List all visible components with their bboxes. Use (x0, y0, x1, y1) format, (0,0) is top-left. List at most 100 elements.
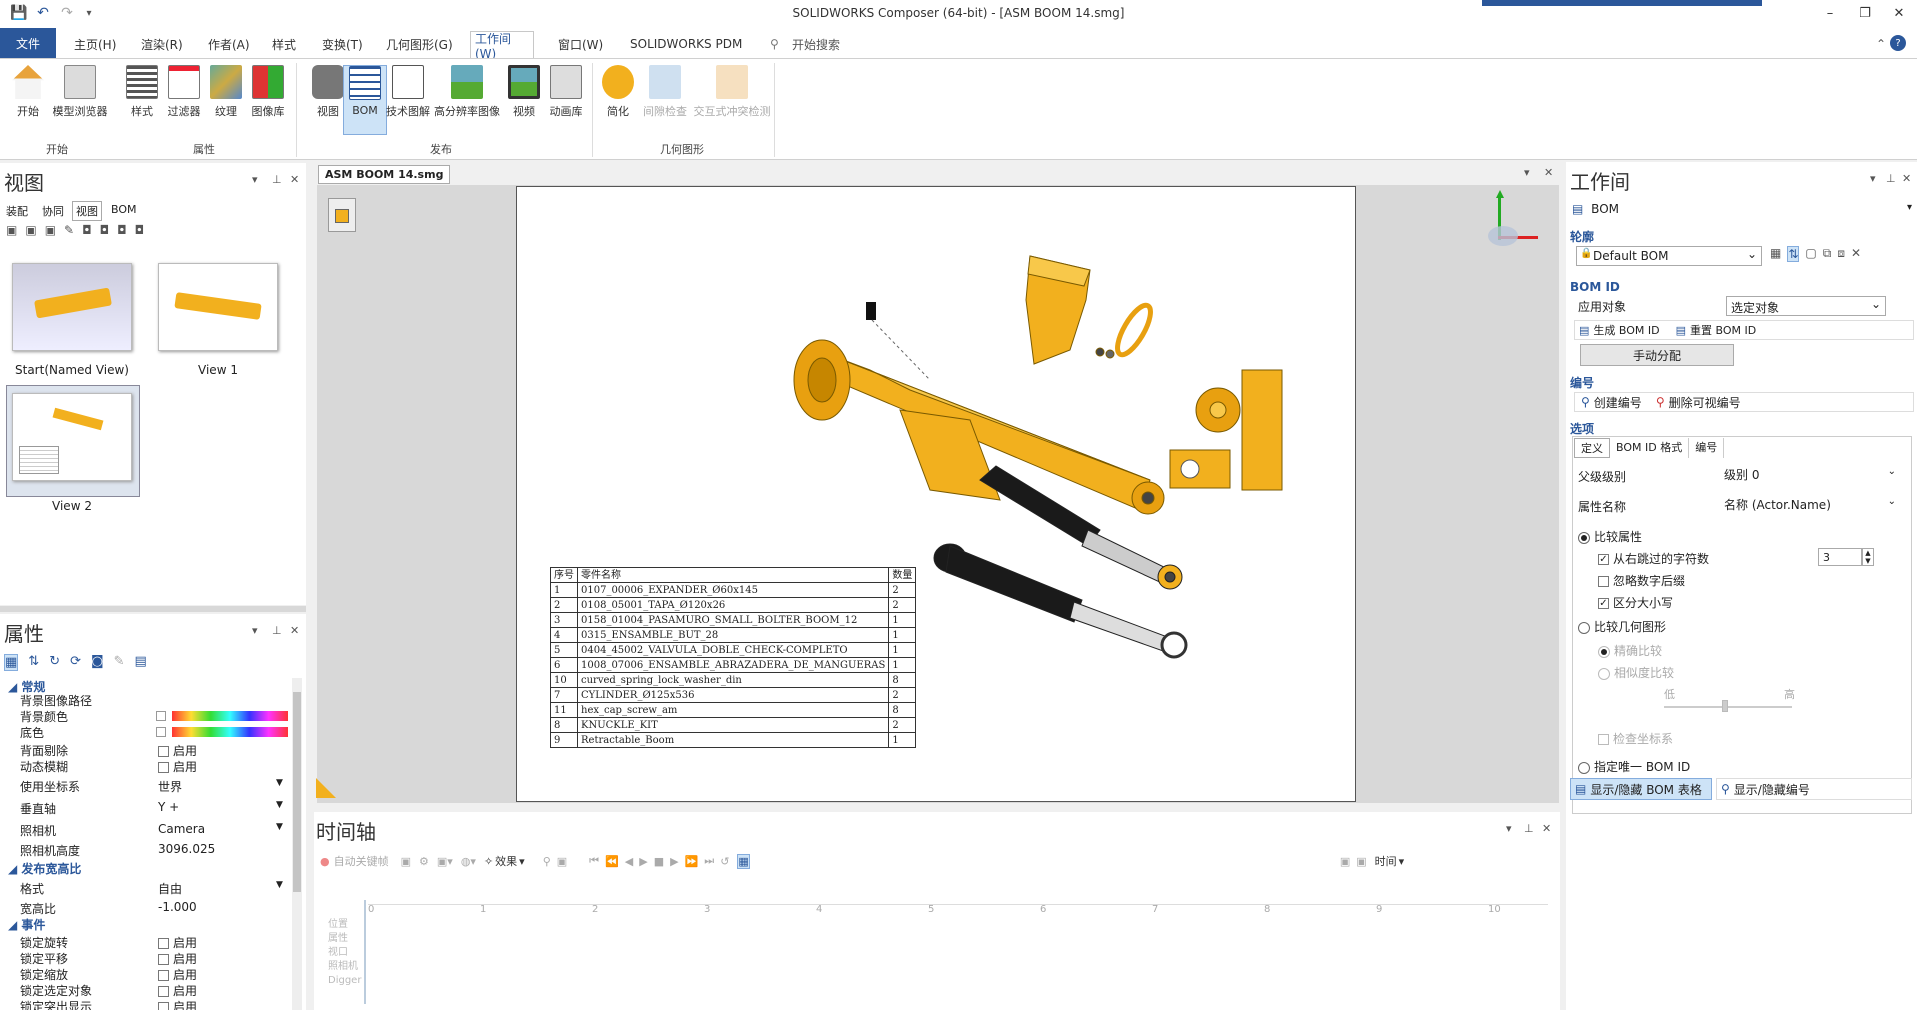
ribbon-animation-library-button[interactable]: 动画库 (544, 65, 588, 135)
tab-solidworks-pdm[interactable]: SOLIDWORKS PDM (626, 34, 746, 54)
tab-bom[interactable]: BOM (111, 203, 137, 216)
parent-level-dropdown[interactable]: 级别 0 ⌄ (1724, 466, 1900, 486)
view-thumbnail-start[interactable] (12, 263, 132, 351)
ribbon-start-button[interactable]: 开始 (6, 65, 50, 135)
case-sensitive-checkbox[interactable]: 区分大小写 (1598, 594, 1673, 611)
tab-workshops[interactable]: 工作间(W) (470, 31, 534, 61)
ribbon-model-browser-button[interactable]: 模型浏览器 (50, 65, 110, 135)
properties-scrollbar[interactable] (292, 678, 302, 1010)
tab-numbering[interactable]: 编号 (1689, 438, 1725, 458)
tab-definition[interactable]: 定义 (1574, 438, 1610, 458)
pin-icon[interactable]: ⊥ (272, 624, 282, 637)
tab-assembly[interactable]: 装配 (6, 203, 28, 219)
ignore-suffix-checkbox[interactable]: 忽略数字后缀 (1598, 572, 1685, 589)
tab-author[interactable]: 作者(A) (204, 34, 254, 54)
prop-backface-value[interactable]: 启用 (158, 742, 197, 759)
prop-camera-height-value[interactable]: 3096.025 (158, 842, 215, 856)
similarity-slider[interactable] (1664, 706, 1792, 708)
search-icon[interactable]: ⚲ (766, 34, 783, 54)
pin-icon[interactable]: ⊥ (1524, 822, 1534, 835)
go-end-icon[interactable]: ⏭ (704, 854, 714, 868)
similar-compare-radio[interactable]: 相似度比较 (1598, 664, 1674, 681)
tab-bomid-format[interactable]: BOM ID 格式 (1610, 438, 1690, 458)
show-bom-table-button[interactable]: ▤ 显示/隐藏 BOM 表格 (1570, 778, 1712, 800)
tab-home[interactable]: 主页(H) (70, 34, 120, 54)
close-icon[interactable]: ✕ (1542, 822, 1551, 835)
timeline-mode-icon[interactable]: ▦ (737, 853, 750, 869)
unique-id-radio[interactable]: 指定唯一 BOM ID (1578, 758, 1690, 775)
track-digger[interactable]: Digger (328, 974, 368, 988)
tab-collaboration[interactable]: 协同 (42, 203, 64, 219)
filter-keys-icon[interactable]: ⚙ (419, 855, 429, 868)
close-icon[interactable]: ✕ (290, 173, 299, 186)
camera-view-icon[interactable]: ◘ (135, 223, 145, 239)
camera-view-icon[interactable]: ◘ (100, 223, 110, 239)
paint-key-icon[interactable]: ◍▾ (461, 855, 476, 868)
view-thumbnail-view2[interactable] (12, 393, 132, 481)
copy-profile-icon[interactable]: ⧉ (1823, 246, 1832, 262)
ribbon-interference-button[interactable]: 交互式冲突检测 (692, 65, 772, 135)
prop-lock-zoom-value[interactable]: 启用 (158, 966, 197, 983)
loop-icon[interactable]: ↺ (720, 855, 729, 868)
reset-bomid-button[interactable]: 重置 BOM ID (1690, 322, 1756, 338)
profile-sort-icon[interactable]: ⇅ (1787, 246, 1800, 262)
similarity-slider-thumb[interactable] (1722, 700, 1728, 712)
ribbon-high-res-image-button[interactable]: 高分辨率图像 (434, 65, 500, 135)
chevron-down-icon[interactable]: ▼ (276, 800, 283, 810)
autokey-toggle[interactable]: 自动关键帧 (334, 853, 389, 869)
ribbon-image-library-button[interactable]: 图像库 (246, 65, 290, 135)
zoom-fit-icon[interactable]: ▣ (1340, 855, 1350, 868)
apply-to-dropdown[interactable]: 选定对象 (1726, 296, 1886, 316)
prop-ratio-value[interactable]: -1.000 (158, 900, 197, 914)
ribbon-video-button[interactable]: 视频 (502, 65, 546, 135)
ribbon-technical-illustration-button[interactable]: 技术图解 (384, 65, 432, 135)
prop-motion-blur-value[interactable]: 启用 (158, 758, 197, 775)
keyframe-icon[interactable]: ▣ (401, 855, 411, 868)
manual-assign-button[interactable]: 手动分配 (1580, 344, 1734, 366)
ribbon-texture-button[interactable]: 纹理 (204, 65, 248, 135)
bom-table[interactable]: 序号 零件名称 数量 1 0107_00006_EXPANDER_Ø60x145 2… (550, 567, 917, 748)
go-start-icon[interactable]: ⏮ (589, 854, 599, 868)
link-icon[interactable]: ⚲ (543, 855, 551, 868)
panel-splitter[interactable] (0, 606, 306, 612)
zoom-icon[interactable]: ▣ (1356, 855, 1366, 868)
collapse-ribbon-icon[interactable]: ⌃ (1872, 34, 1890, 54)
search-box[interactable]: 开始搜索 (788, 34, 844, 54)
effects-icon[interactable]: ✧ (484, 855, 493, 868)
document-tab[interactable]: ASM BOOM 14.smg (318, 165, 451, 184)
create-number-button[interactable]: 创建编号 (1594, 394, 1642, 411)
paint-view-icon[interactable]: ✎ (64, 223, 74, 239)
close-icon[interactable]: ✕ (290, 624, 299, 637)
delete-number-button[interactable]: 删除可视编号 (1669, 394, 1741, 411)
panel-menu-icon[interactable]: ▾ (252, 173, 258, 186)
tab-views[interactable]: 视图 (72, 201, 102, 221)
digger-icon[interactable] (328, 198, 356, 232)
pin-icon[interactable]: ⊥ (272, 173, 282, 186)
effects-menu[interactable]: 效果 (495, 853, 517, 869)
new-profile-icon[interactable]: ▢ (1805, 246, 1816, 262)
sort-icon[interactable]: ⇅ (28, 654, 39, 671)
save-profile-icon[interactable]: ⧈ (1837, 246, 1845, 262)
sync-icon[interactable]: ⟳ (70, 654, 81, 671)
ribbon-style-button[interactable]: 样式 (120, 65, 164, 135)
chevron-down-icon[interactable]: ▾ (519, 855, 525, 868)
tab-style[interactable]: 样式 (268, 34, 300, 54)
section-publish-ratio[interactable]: ◢ 发布宽高比 (8, 860, 81, 877)
track-position[interactable]: 位置 (328, 918, 368, 932)
update-view-icon[interactable]: ▣ (25, 223, 36, 239)
tab-render[interactable]: 渲染(R) (137, 34, 187, 54)
play-icon[interactable]: ▶ (639, 855, 647, 868)
ribbon-bom-button[interactable]: BOM (343, 65, 387, 135)
panel-menu-icon[interactable]: ▾ (1506, 822, 1512, 835)
delete-profile-icon[interactable]: ✕ (1851, 246, 1861, 262)
floor-color-swatch[interactable] (156, 727, 166, 737)
axis-triad-icon[interactable] (1480, 190, 1550, 250)
pin-icon[interactable]: ⊥ (1886, 172, 1896, 185)
camera-key-icon[interactable]: ▣▾ (437, 855, 453, 868)
floor-color-gradient[interactable] (172, 727, 288, 737)
prop-lock-highlight-value[interactable]: 启用 (158, 998, 197, 1010)
time-menu[interactable]: 时间 (1375, 853, 1397, 869)
check-coord-checkbox[interactable]: 检查坐标系 (1598, 730, 1673, 747)
properties-list-icon[interactable]: ▤ (135, 654, 147, 671)
camera-view-icon[interactable]: ◘ (117, 223, 127, 239)
